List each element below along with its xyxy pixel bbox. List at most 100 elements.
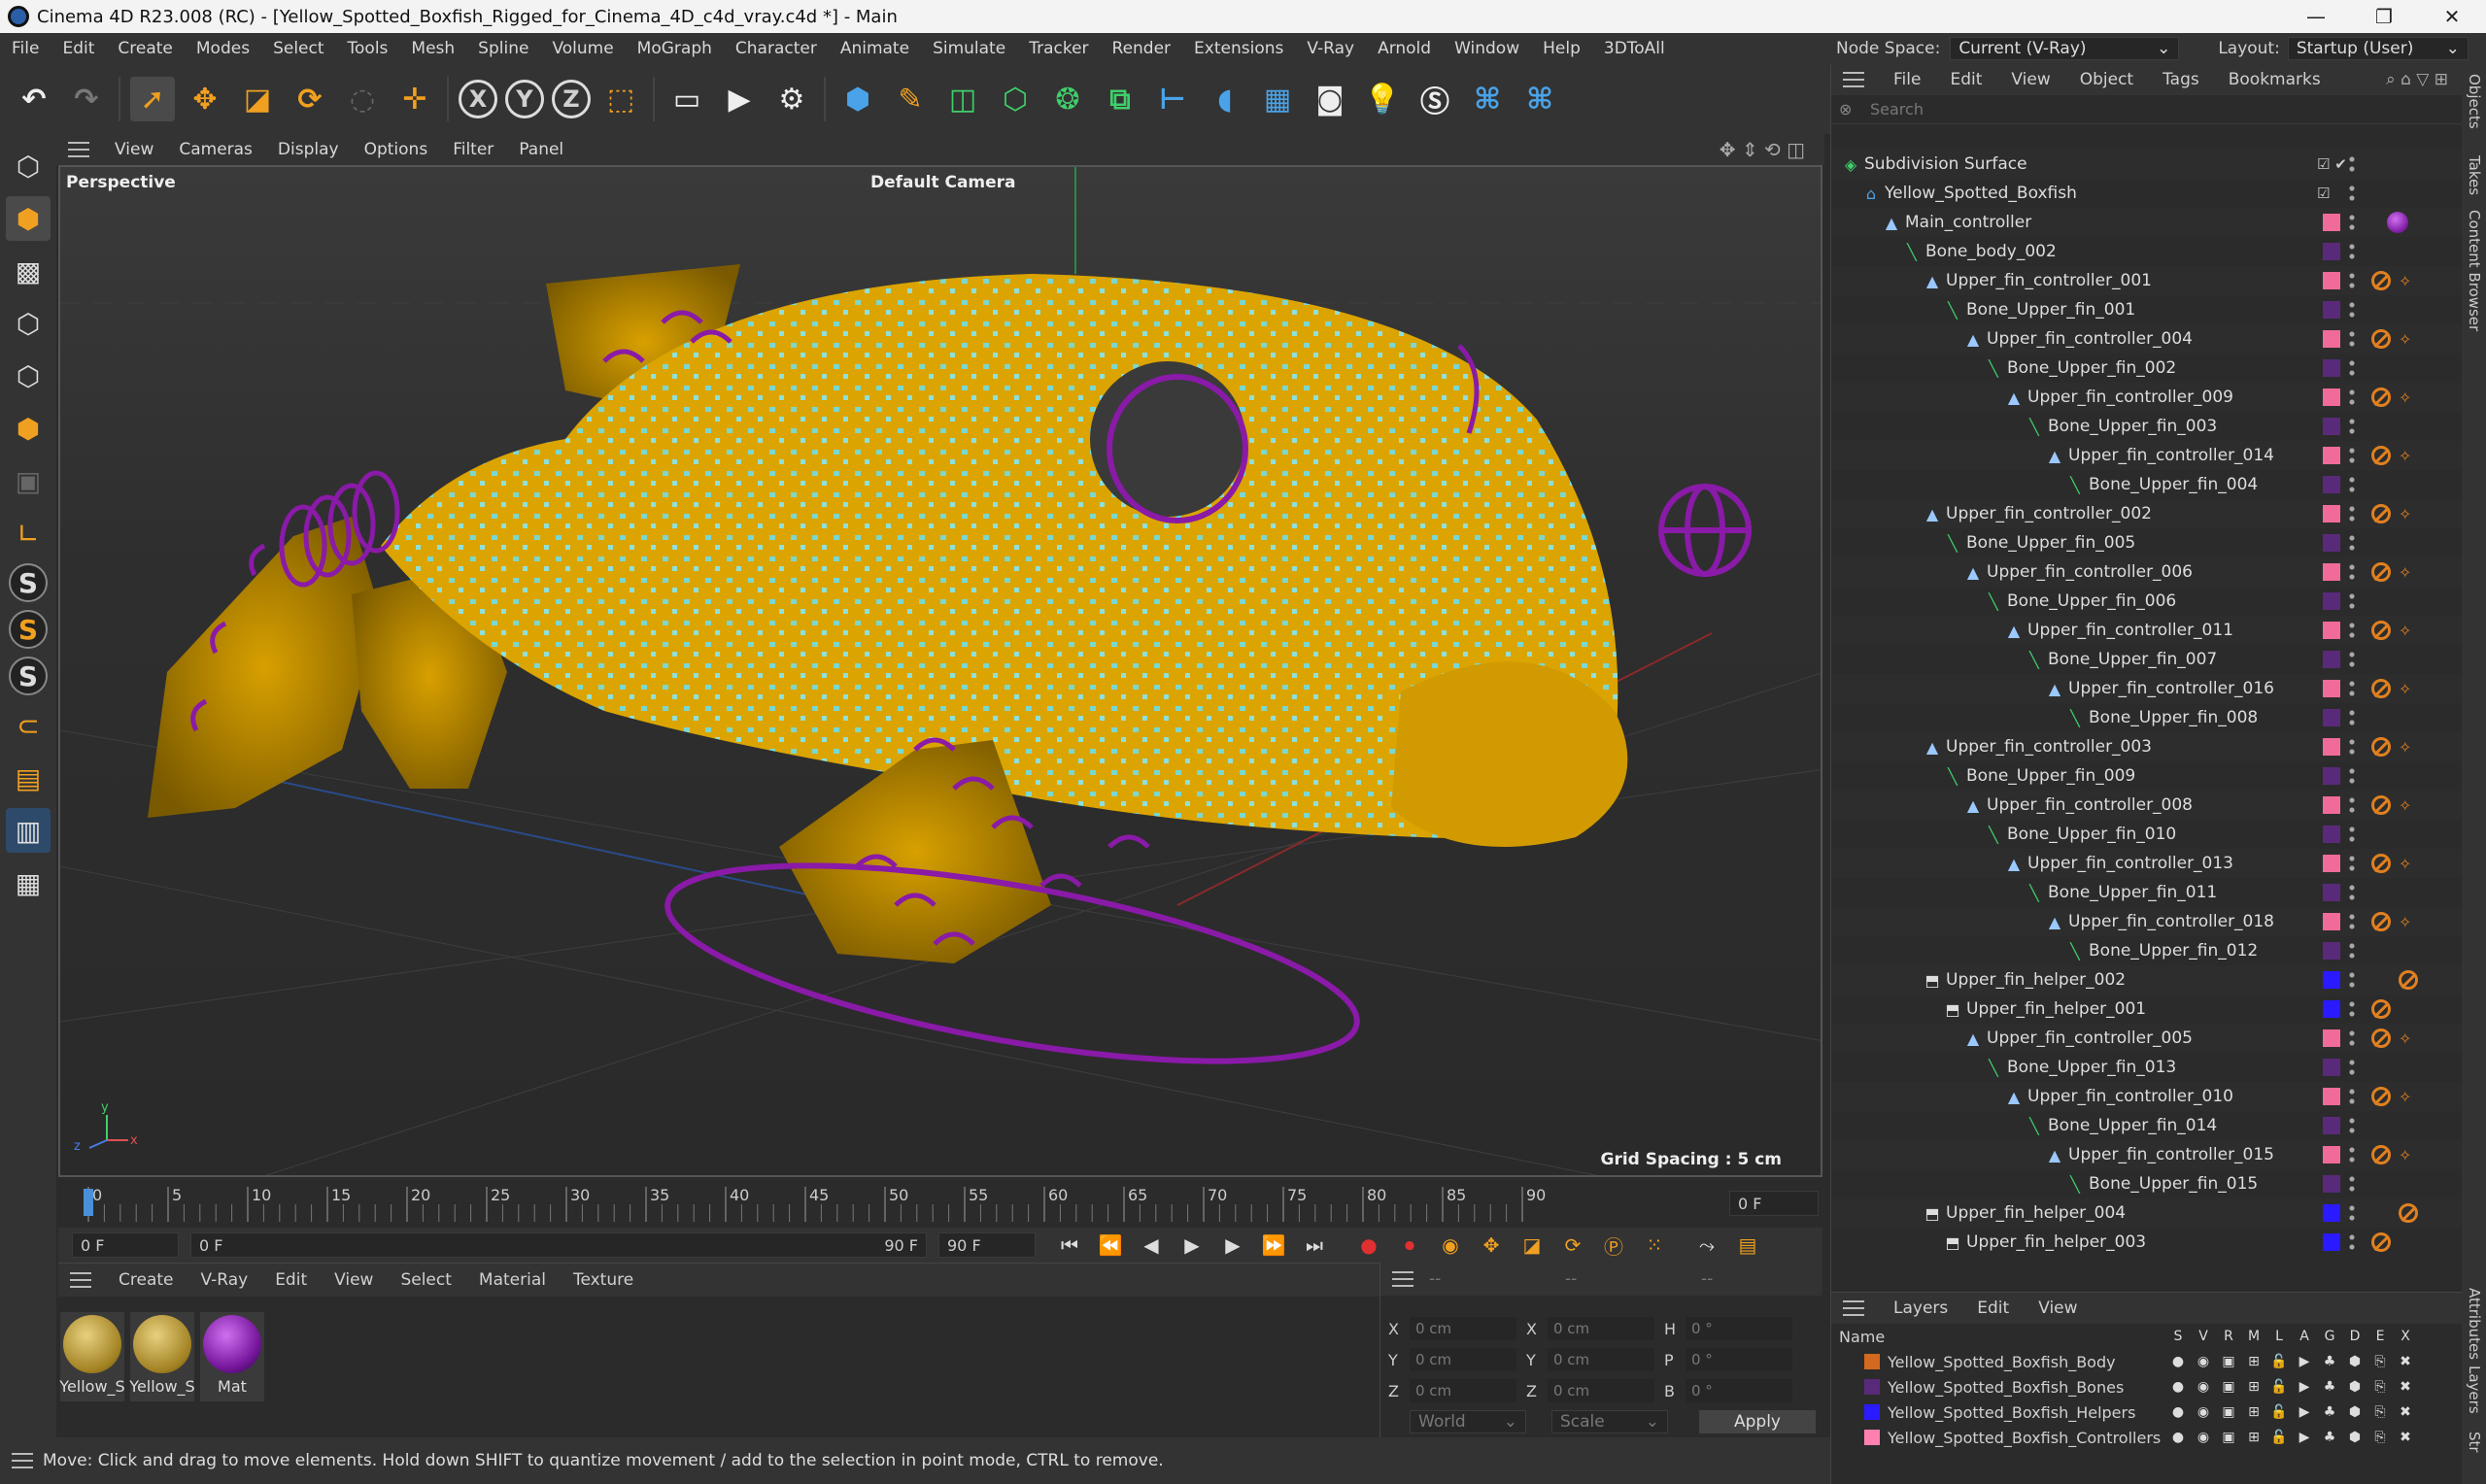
close-icon[interactable]: ⊗ [1839, 100, 1852, 118]
tree-item[interactable]: ╲ Bone_Upper_fin_003 [2026, 417, 2217, 436]
constraint-tag-icon[interactable] [2371, 1232, 2391, 1252]
tree-item[interactable]: ⌂ Yellow_Spotted_Boxfish [1863, 184, 2077, 203]
layer-flag-icon[interactable]: ▣ [2216, 1430, 2241, 1445]
layer-flag-icon[interactable]: ⊞ [2241, 1404, 2266, 1420]
tree-item[interactable]: ╲ Bone_Upper_fin_002 [1986, 358, 2176, 378]
tree-row[interactable]: ▲ Upper_fin_controller_015 ✧ [1831, 1140, 2463, 1169]
layer-flag-icons[interactable]: ● ◉ ▣ ⊞ 🔓 ▶ ♣ ⬢ ⎘ ✖ [2165, 1379, 2418, 1395]
tree-item[interactable]: ▲ Upper_fin_controller_011 [2006, 621, 2233, 640]
layer-flag-icons[interactable]: ● ◉ ▣ ⊞ 🔓 ▶ ♣ ⬢ ⎘ ✖ [2165, 1430, 2418, 1445]
viewport-menu-filter[interactable]: Filter [453, 140, 494, 159]
hamburger-menu-icon[interactable] [1843, 1300, 1864, 1316]
layer-flag-icon[interactable]: ⎘ [2367, 1379, 2393, 1395]
tab-layers[interactable]: Layers [2466, 1366, 2483, 1414]
key-pla-icon[interactable]: ⁙ [1640, 1231, 1669, 1260]
frame-range-slider[interactable]: 0 F 90 F [190, 1232, 927, 1258]
size-y-field[interactable]: 0 cm [1548, 1348, 1654, 1371]
hamburger-menu-icon[interactable] [12, 1453, 33, 1468]
tree-row[interactable]: ▲ Upper_fin_controller_006 ✧ [1831, 557, 2463, 587]
om-menu-tags[interactable]: Tags [2162, 70, 2199, 89]
tree-row[interactable]: ⌂ Yellow_Spotted_Boxfish ☑ [1831, 179, 2463, 208]
visibility-dots-icon[interactable] [2348, 213, 2356, 232]
menu-vray[interactable]: V-Ray [1307, 39, 1354, 58]
y-axis-lock-icon[interactable]: Y [505, 80, 544, 118]
play-icon[interactable]: ▶ [1177, 1231, 1207, 1260]
key-scale-icon[interactable]: ◪ [1517, 1231, 1547, 1260]
visibility-dots-icon[interactable] [2348, 1203, 2356, 1223]
ik-tag-icon[interactable]: ✧ [2399, 1088, 2416, 1106]
menu-tracker[interactable]: Tracker [1029, 39, 1088, 58]
constraint-tag-icon[interactable] [2371, 737, 2391, 757]
solo-off-icon[interactable]: S [9, 563, 48, 602]
tree-row[interactable]: ▲ Upper_fin_controller_013 ✧ [1831, 849, 2463, 878]
layer-flag-icon[interactable]: ⬢ [2342, 1354, 2367, 1369]
tree-item[interactable]: ▲ Upper_fin_controller_013 [2006, 854, 2233, 873]
visibility-dots-icon[interactable] [2348, 271, 2356, 290]
menu-volume[interactable]: Volume [552, 39, 613, 58]
position-y-field[interactable]: 0 cm [1410, 1348, 1516, 1371]
visibility-dots-icon[interactable] [2348, 737, 2356, 757]
position-x-field[interactable]: 0 cm [1410, 1317, 1516, 1340]
tree-item[interactable]: ▲ Upper_fin_controller_004 [1965, 329, 2193, 349]
viewport-menu-display[interactable]: Display [278, 140, 339, 159]
visibility-dots-icon[interactable] [2348, 941, 2356, 961]
layer-color-swatch[interactable] [1864, 1354, 1880, 1369]
render-view-icon[interactable]: ▶ [717, 77, 762, 121]
layer-flag-icon[interactable]: ♣ [2317, 1430, 2342, 1445]
visibility-dots-icon[interactable] [2348, 795, 2356, 815]
layer-flag-icon[interactable]: ⊞ [2241, 1379, 2266, 1395]
menu-modes[interactable]: Modes [196, 39, 250, 58]
tree-row[interactable]: ⬒ Upper_fin_helper_002 [1831, 965, 2463, 995]
tree-item[interactable]: ▲ Upper_fin_controller_016 [2047, 679, 2274, 698]
key-position-icon[interactable]: ✥ [1477, 1231, 1506, 1260]
layer-color-swatch[interactable] [1864, 1430, 1880, 1445]
tree-row[interactable]: ╲ Bone_Upper_fin_004 [1831, 470, 2463, 499]
render-region-icon[interactable]: ▭ [664, 77, 709, 121]
menu-help[interactable]: Help [1543, 39, 1581, 58]
visibility-dots-icon[interactable] [2348, 854, 2356, 873]
tree-row[interactable]: ╲ Bone_Upper_fin_003 [1831, 412, 2463, 441]
tree-row[interactable]: ╲ Bone_Upper_fin_001 [1831, 295, 2463, 324]
tree-row[interactable]: ╲ Bone_Upper_fin_014 [1831, 1111, 2463, 1140]
material-menu-create[interactable]: Create [119, 1270, 174, 1290]
bend-deformer-icon[interactable]: ◖ [1203, 77, 1247, 121]
redo-icon[interactable]: ↷ [64, 77, 109, 121]
tree-item[interactable]: ◈ Subdivision Surface [1843, 154, 2027, 174]
tree-item[interactable]: ▲ Upper_fin_controller_015 [2047, 1145, 2274, 1164]
constraint-tag-icon[interactable] [2371, 999, 2391, 1019]
undo-icon[interactable]: ↶ [12, 77, 56, 121]
tree-item[interactable]: ╲ Bone_Upper_fin_007 [2026, 650, 2217, 669]
scale-tool-icon[interactable]: ◪ [235, 77, 280, 121]
subdivision-icon[interactable]: ◫ [940, 77, 985, 121]
layer-flag-icon[interactable]: ▣ [2216, 1354, 2241, 1369]
layer-flag-icon[interactable]: 🔓 [2266, 1404, 2292, 1420]
polygons-mode-icon[interactable]: ⬢ [6, 406, 51, 451]
constraint-tag-icon[interactable] [2371, 562, 2391, 582]
visibility-dots-icon[interactable] [2348, 1058, 2356, 1077]
menu-3dtoall[interactable]: 3DToAll [1604, 39, 1665, 58]
tree-item[interactable]: ▲ Main_controller [1884, 213, 2031, 232]
tree-item[interactable]: ╲ Bone_Upper_fin_015 [2067, 1174, 2258, 1194]
viewport-navigation-icons[interactable]: ✥ ⇕ ⟲ ◫ [1720, 138, 1805, 161]
layer-flag-icon[interactable]: ● [2165, 1354, 2191, 1369]
tree-row[interactable]: ▲ Upper_fin_controller_014 ✧ [1831, 441, 2463, 470]
visibility-dots-icon[interactable] [2348, 708, 2356, 727]
mograph-cloner-icon[interactable]: ❂ [1045, 77, 1090, 121]
go-to-start-icon[interactable]: ⏮ [1055, 1231, 1084, 1260]
tree-item[interactable]: ╲ Bone_body_002 [1904, 242, 2057, 261]
tree-row[interactable]: ╲ Bone_Upper_fin_008 [1831, 703, 2463, 732]
ik-tag-icon[interactable]: ✧ [2399, 1146, 2416, 1164]
om-menu-edit[interactable]: Edit [1950, 70, 1982, 89]
layer-flag-icon[interactable]: ✖ [2393, 1354, 2418, 1369]
minimize-button[interactable]: — [2282, 0, 2350, 33]
layer-flag-icon[interactable]: ◉ [2191, 1379, 2216, 1395]
tree-item[interactable]: ╲ Bone_Upper_fin_005 [1945, 533, 2135, 553]
key-parameter-icon[interactable]: Ⓟ [1599, 1231, 1628, 1260]
tab-content-browser[interactable]: Content Browser [2466, 210, 2483, 331]
constraint-tag-icon[interactable] [2371, 679, 2391, 698]
tree-item[interactable]: ▲ Upper_fin_controller_001 [1924, 271, 2152, 290]
node-space-dropdown[interactable]: Current (V-Ray) ⌄ [1950, 37, 2180, 60]
visibility-dots-icon[interactable] [2348, 970, 2356, 990]
visibility-dots-icon[interactable] [2348, 562, 2356, 582]
select-arrow-icon[interactable]: ➚ [130, 77, 175, 121]
